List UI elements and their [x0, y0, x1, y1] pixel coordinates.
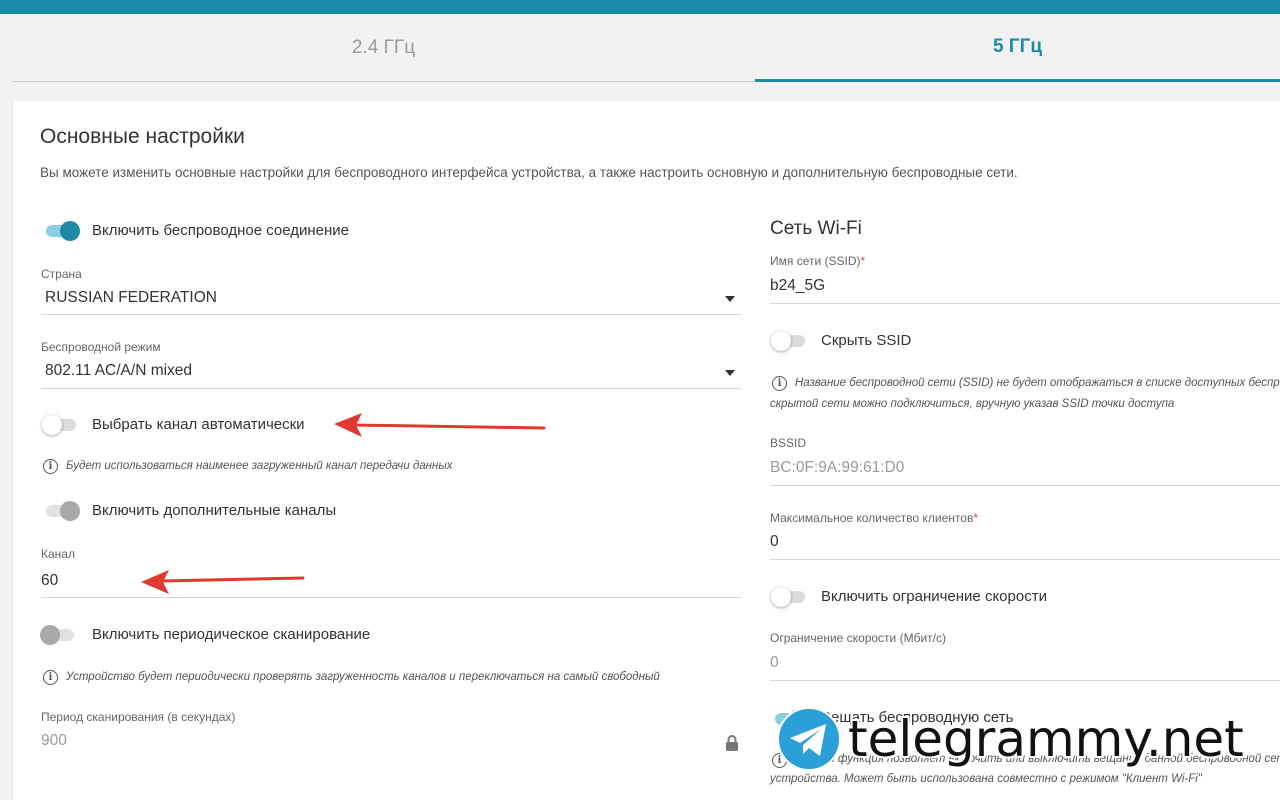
toggle-knob — [42, 415, 62, 435]
toggle-knob — [771, 587, 791, 607]
watermark: telegrammy.net — [776, 706, 1276, 776]
toggle-knob — [771, 331, 791, 351]
max-clients-label-text: Максимальное количество клиентов — [770, 511, 974, 525]
annotation-arrow-auto-channel — [334, 413, 546, 437]
band-tabs: 2.4 ГГц 5 ГГц — [12, 14, 1280, 84]
speed-limit-input[interactable]: 0 — [770, 654, 779, 672]
channel-underline — [41, 597, 741, 598]
speed-limit-value-label: Ограничение скорости (Мбит/с) — [770, 631, 946, 645]
ssid-underline — [770, 303, 1280, 304]
enable-wireless-label: Включить беспроводное соединение — [92, 222, 350, 239]
telegram-logo-icon — [777, 707, 841, 771]
chevron-down-icon[interactable] — [725, 296, 735, 302]
tab-2-4-ghz[interactable]: 2.4 ГГц — [12, 14, 755, 82]
bssid-label: BSSID — [770, 436, 807, 450]
ssid-input[interactable]: b24_5G — [770, 277, 825, 295]
tab-5-ghz[interactable]: 5 ГГц — [755, 14, 1280, 82]
auto-channel-toggle[interactable] — [42, 413, 78, 435]
enable-wireless-toggle[interactable] — [44, 219, 80, 241]
toggle-knob — [60, 501, 80, 521]
speed-limit-label: Включить ограничение скорости — [821, 588, 1047, 605]
hide-ssid-label: Скрыть SSID — [821, 332, 912, 349]
wireless-mode-label: Беспроводной режим — [41, 340, 161, 354]
speed-limit-toggle[interactable] — [771, 585, 807, 607]
auto-channel-label: Выбрать канал автоматически — [92, 416, 305, 433]
wireless-mode-underline — [41, 388, 741, 389]
ssid-label-text: Имя сети (SSID) — [770, 254, 861, 268]
info-icon: i — [772, 376, 787, 391]
channel-label: Канал — [41, 547, 75, 561]
periodic-scan-toggle[interactable] — [40, 623, 76, 645]
top-accent-bar — [0, 0, 1280, 14]
extra-channels-toggle[interactable] — [44, 499, 80, 521]
chevron-down-icon[interactable] — [725, 370, 735, 376]
wireless-mode-select[interactable]: 802.11 AC/A/N mixed — [45, 362, 192, 380]
max-clients-label: Максимальное количество клиентов* — [770, 511, 978, 525]
toggle-knob — [40, 625, 60, 645]
auto-channel-hint: Будет использоваться наименее загруженны… — [66, 460, 453, 472]
hide-ssid-toggle[interactable] — [771, 329, 807, 351]
page-title: Основные настройки — [40, 125, 245, 148]
periodic-scan-label: Включить периодическое сканирование — [92, 626, 371, 643]
info-icon: i — [43, 670, 58, 685]
required-mark: * — [973, 511, 979, 525]
max-clients-underline — [770, 559, 1280, 560]
country-label: Страна — [41, 267, 82, 281]
periodic-scan-hint: Устройство будет периодически проверять … — [66, 671, 660, 683]
watermark-text: telegrammy.net — [848, 710, 1244, 768]
toggle-knob — [60, 221, 80, 241]
hide-ssid-hint-line1: Название беспроводной сети (SSID) не буд… — [795, 377, 1280, 389]
scan-period-label: Период сканирования (в секундах) — [41, 710, 236, 724]
page-description: Вы можете изменить основные настройки дл… — [40, 165, 1018, 180]
max-clients-input[interactable]: 0 — [770, 533, 779, 551]
wifi-network-title: Сеть Wi-Fi — [770, 218, 862, 239]
bssid-value: BC:0F:9A:99:61:D0 — [770, 459, 905, 476]
info-icon: i — [43, 459, 58, 474]
speed-limit-underline — [770, 680, 1280, 681]
annotation-arrow-channel — [141, 570, 305, 594]
lock-icon — [726, 735, 738, 751]
ssid-label: Имя сети (SSID)* — [770, 254, 865, 268]
required-mark: * — [860, 254, 866, 268]
country-select[interactable]: RUSSIAN FEDERATION — [45, 289, 217, 307]
channel-input[interactable]: 60 — [41, 572, 58, 590]
settings-card: Основные настройки Вы можете изменить ос… — [12, 101, 1280, 800]
bssid-underline — [770, 485, 1280, 486]
extra-channels-label: Включить дополнительные каналы — [92, 502, 337, 519]
country-underline — [41, 314, 741, 315]
hide-ssid-hint-line2: скрытой сети можно подключиться, вручную… — [770, 398, 1175, 410]
scan-period-input[interactable]: 900 — [41, 732, 67, 750]
